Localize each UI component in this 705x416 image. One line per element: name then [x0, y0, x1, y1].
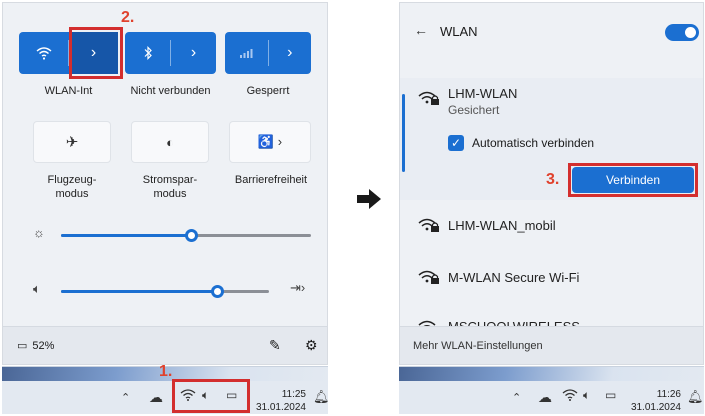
- secured-wifi-icon: [418, 91, 439, 105]
- network-item[interactable]: LHM-WLAN_mobil: [400, 203, 703, 247]
- airplane-mode-label: Flugzeug- modus: [47, 174, 97, 200]
- wifi-icon[interactable]: [19, 32, 68, 74]
- airplane-icon: ✈: [65, 134, 79, 151]
- selected-network-status: Gesichert: [448, 103, 500, 117]
- taskbar-clock[interactable]: 11:25 31.01.2024: [252, 388, 306, 414]
- wlan-network-panel: ← WLAN LHM-WLAN Gesichert ✓ Automatisch …: [399, 2, 704, 365]
- battery-saver-tile[interactable]: ◐: [131, 121, 209, 163]
- show-hidden-icons-chevron-icon[interactable]: ⌃: [121, 391, 130, 404]
- volume-slider-fill: [61, 290, 217, 293]
- accessibility-label: Barrierefreiheit: [234, 174, 308, 186]
- volume-icon: 🔈︎: [33, 281, 41, 296]
- selected-network-name: LHM-WLAN: [448, 86, 518, 101]
- battery-saver-label: Stromspar- modus: [142, 174, 198, 200]
- audio-output-select-icon[interactable]: ⇥›: [290, 280, 305, 296]
- bluetooth-icon[interactable]: [125, 32, 170, 74]
- step-3-label: 3.: [546, 171, 560, 188]
- network-name: M-WLAN Secure Wi-Fi: [448, 270, 580, 285]
- network-wifi-icon[interactable]: [180, 388, 196, 404]
- cloud-offline-icon[interactable]: ☁: [149, 389, 163, 406]
- selected-network-card[interactable]: LHM-WLAN Gesichert ✓ Automatisch verbind…: [400, 78, 703, 200]
- network-name: LHM-WLAN_mobil: [448, 218, 556, 233]
- battery-percentage: 52%: [32, 339, 55, 352]
- wlan-toggle[interactable]: [665, 24, 699, 41]
- cloud-offline-icon[interactable]: ☁: [538, 389, 552, 406]
- mobile-data-tile[interactable]: ›: [225, 32, 311, 74]
- auto-connect-checkbox[interactable]: ✓: [448, 135, 464, 151]
- wifi-tile-label: WLAN-Int: [44, 85, 93, 97]
- taskbar-battery-icon[interactable]: ▭: [605, 388, 616, 402]
- volume-slider-thumb[interactable]: [211, 285, 224, 298]
- secured-wifi-icon: [418, 270, 439, 284]
- taskbar-time: 11:26: [656, 389, 681, 400]
- step-2-label: 2.: [121, 9, 135, 26]
- accessibility-icon: ♿ ›: [257, 134, 283, 149]
- accessibility-tile[interactable]: ♿ ›: [229, 121, 311, 163]
- next-step-arrow-icon: [357, 189, 381, 209]
- battery-icon: ▭: [17, 340, 28, 352]
- secured-wifi-icon: [418, 218, 439, 232]
- battery-saver-icon: ◐: [166, 134, 174, 150]
- mobile-data-tile-label: Gesperrt: [246, 85, 290, 97]
- volume-slider[interactable]: [61, 285, 269, 298]
- airplane-mode-tile[interactable]: ✈: [33, 121, 111, 163]
- network-item[interactable]: M-WLAN Secure Wi-Fi: [400, 255, 703, 299]
- mobile-data-expand-chevron-icon[interactable]: ›: [269, 32, 312, 74]
- back-arrow-icon[interactable]: ←: [414, 22, 428, 38]
- settings-gear-icon[interactable]: ⚙: [305, 337, 318, 354]
- network-wifi-icon[interactable]: [562, 388, 578, 404]
- brightness-slider-fill: [61, 234, 191, 237]
- step-1-label: 1.: [159, 363, 173, 380]
- speaker-icon[interactable]: 🔈︎: [202, 388, 209, 403]
- taskbar-date: 31.01.2024: [630, 402, 681, 413]
- speaker-icon[interactable]: 🔈︎: [583, 388, 590, 403]
- bluetooth-expand-chevron-icon[interactable]: ›: [171, 32, 216, 74]
- brightness-icon: ☼: [33, 225, 45, 240]
- brightness-slider[interactable]: [61, 229, 311, 242]
- bluetooth-tile[interactable]: ›: [125, 32, 216, 74]
- signal-bars-icon[interactable]: [225, 32, 268, 74]
- wlan-panel-footer: Mehr WLAN-Einstellungen: [400, 326, 703, 364]
- taskbar-right: ⌃ ☁ 🔈︎ ▭ 11:26 31.01.2024 🔔︎: [399, 366, 704, 414]
- taskbar-clock[interactable]: 11:26 31.01.2024: [627, 388, 681, 414]
- more-wlan-settings-link[interactable]: Mehr WLAN-Einstellungen: [413, 340, 543, 352]
- taskbar-left: ⌃ ☁ 1. 🔈︎ ▭ 11:25 31.01.2024 🔔︎: [2, 363, 330, 414]
- step-3-highlight: [568, 163, 698, 197]
- bluetooth-tile-label: Nicht verbunden: [130, 85, 211, 97]
- auto-connect-label: Automatisch verbinden: [472, 136, 595, 150]
- taskbar-date: 31.01.2024: [255, 402, 306, 413]
- notification-bell-icon[interactable]: 🔔︎: [313, 389, 330, 405]
- edit-pencil-icon[interactable]: ✎: [269, 337, 281, 354]
- notification-bell-icon[interactable]: 🔔︎: [687, 389, 704, 405]
- taskbar-battery-icon[interactable]: ▭: [226, 388, 237, 402]
- quick-settings-footer: ▭ 52% ✎ ⚙: [3, 326, 327, 364]
- show-hidden-icons-chevron-icon[interactable]: ⌃: [512, 391, 521, 404]
- quick-settings-panel: › 2. › › WLAN-Int Nicht verbunden Gesper…: [2, 2, 328, 365]
- step-2-highlight: [69, 27, 123, 79]
- brightness-slider-thumb[interactable]: [185, 229, 198, 242]
- wlan-panel-title: WLAN: [440, 24, 478, 39]
- taskbar-time: 11:25: [281, 389, 306, 400]
